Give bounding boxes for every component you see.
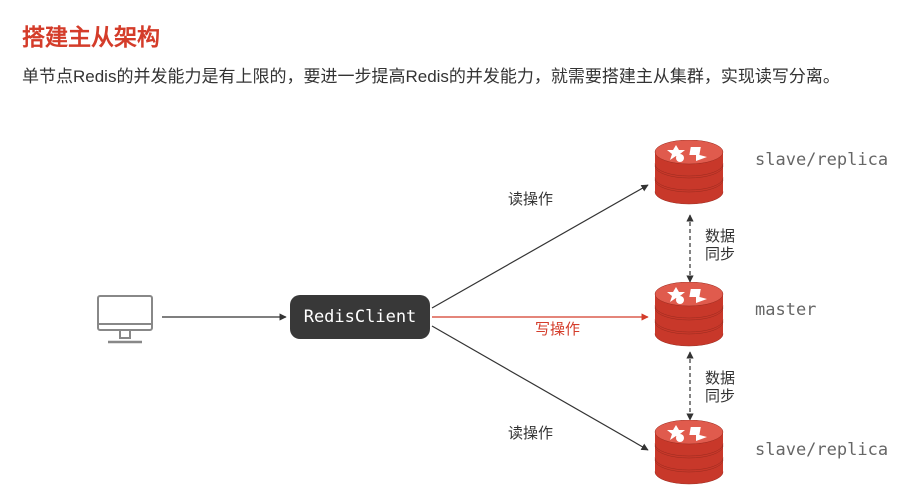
- redis-node-master: [652, 282, 726, 352]
- slave1-label: slave/replica: [755, 150, 888, 170]
- slave2-label: slave/replica: [755, 440, 888, 460]
- edge-label-read-bottom: 读操作: [508, 422, 553, 443]
- redis-node-slave1: [652, 140, 726, 210]
- sync-label-top: 数据同步: [700, 228, 740, 264]
- page-description: 单节点Redis的并发能力是有上限的，要进一步提高Redis的并发能力，就需要搭…: [22, 64, 902, 90]
- edge-label-write: 写操作: [535, 318, 580, 339]
- edge-label-read-top: 读操作: [508, 188, 553, 209]
- redis-client-box: RedisClient: [290, 295, 430, 339]
- redis-client-label: RedisClient: [304, 307, 417, 327]
- master-label: master: [755, 300, 816, 320]
- redis-node-slave2: [652, 420, 726, 490]
- client-computer-icon: [90, 290, 160, 350]
- architecture-diagram: RedisClient slave/replica: [0, 120, 924, 500]
- page-title: 搭建主从架构: [22, 18, 160, 52]
- sync-label-bottom: 数据同步: [700, 370, 740, 406]
